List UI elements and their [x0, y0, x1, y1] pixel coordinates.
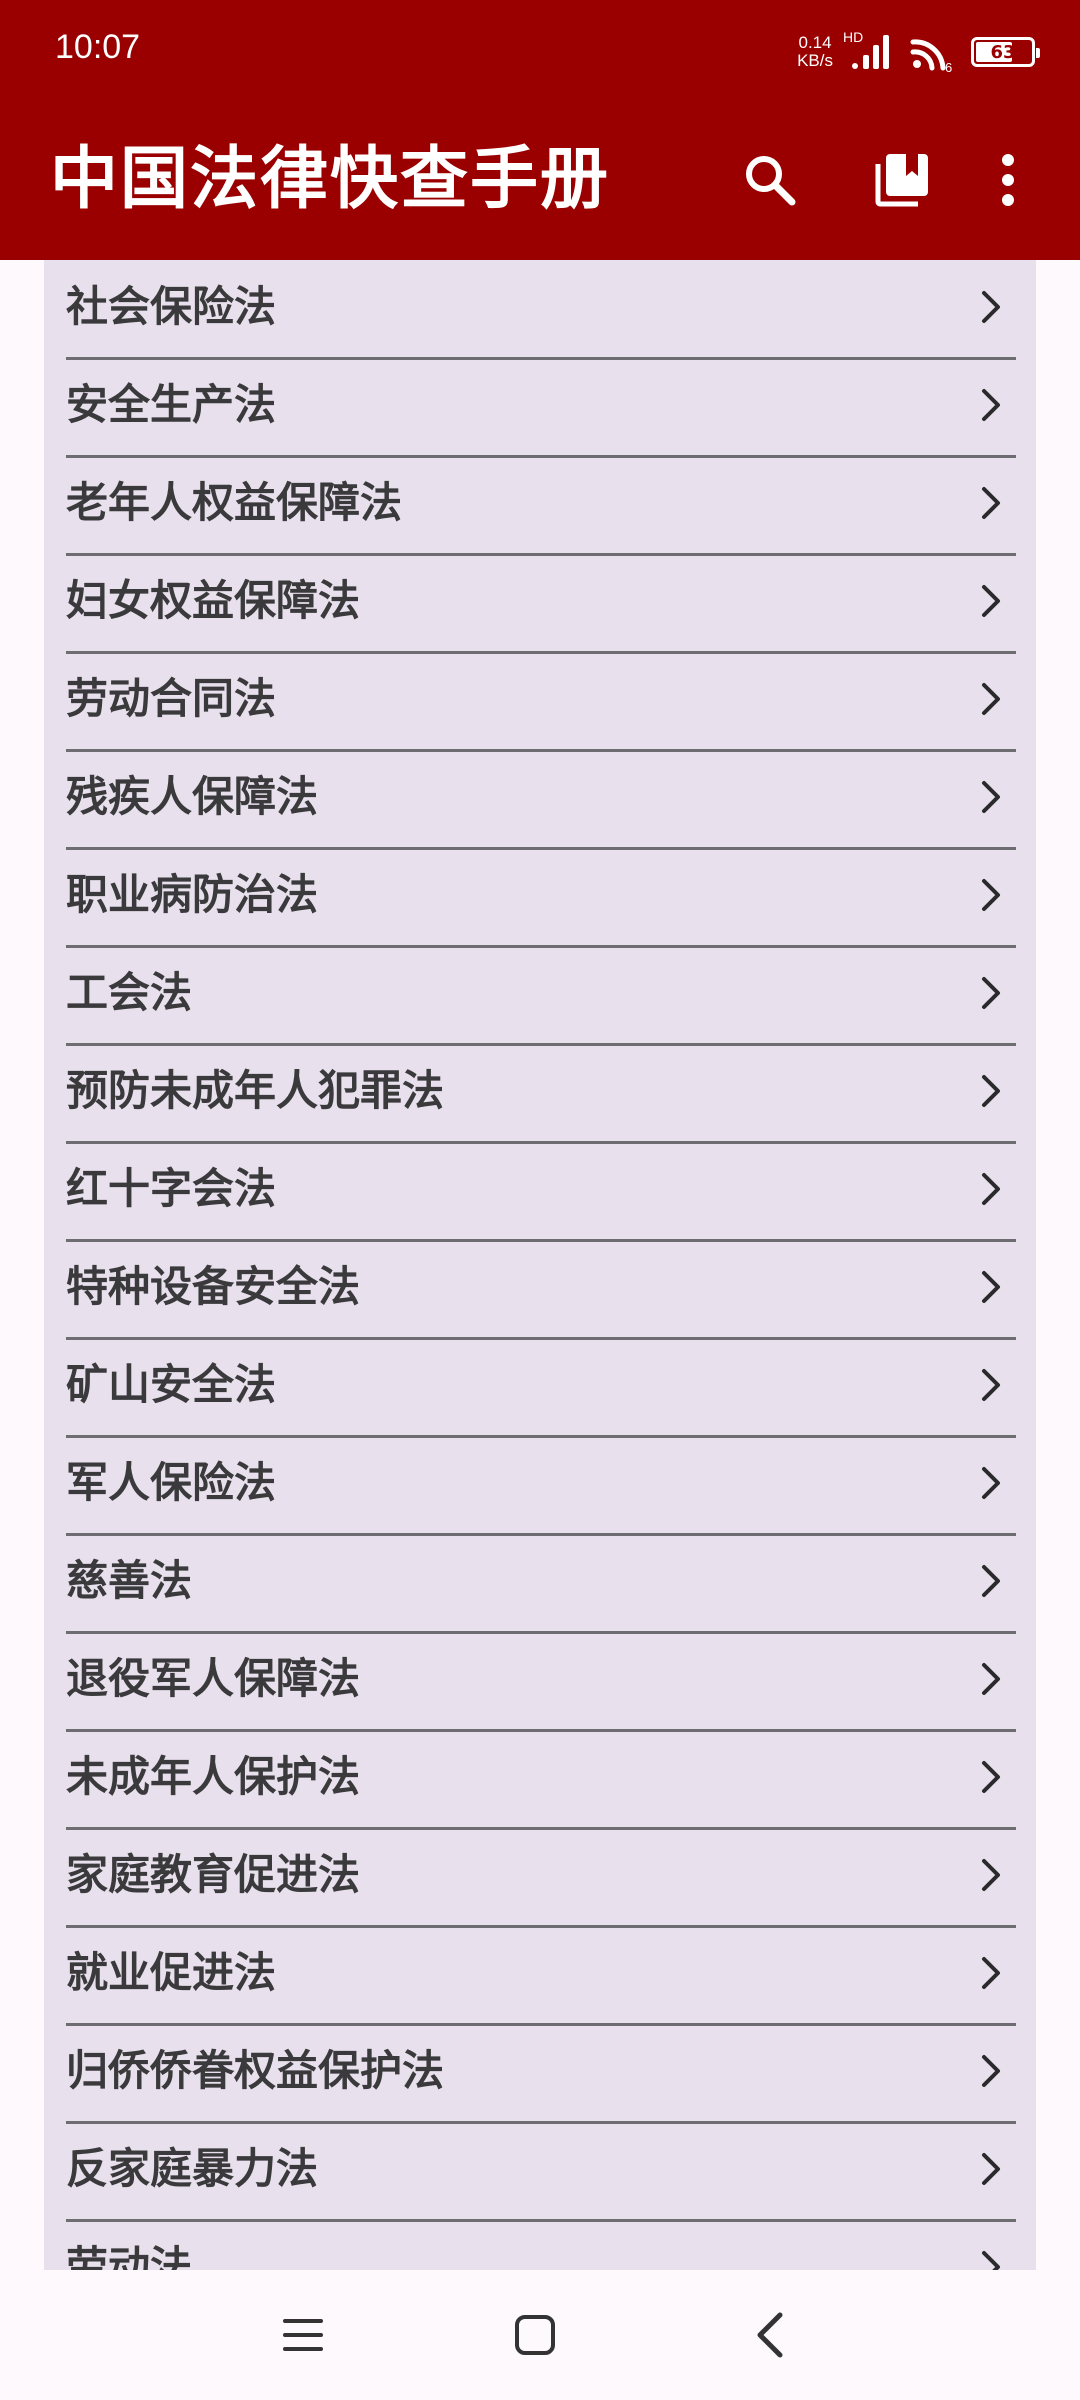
navigation-bar	[0, 2270, 1080, 2400]
law-list-item[interactable]: 矿山安全法	[66, 1338, 1016, 1438]
law-item-label: 就业促进法	[66, 1948, 277, 1997]
home-nav-button[interactable]	[500, 2300, 570, 2370]
law-list-item[interactable]: 家庭教育促进法	[66, 1828, 1016, 1928]
app-title: 中国法律快查手册	[50, 140, 611, 219]
library-icon	[875, 154, 928, 207]
law-item-label: 预防未成年人犯罪法	[66, 1066, 445, 1115]
chevron-right-icon	[982, 1271, 1000, 1303]
law-item-label: 劳动合同法	[66, 674, 277, 723]
chevron-right-icon	[982, 1957, 1000, 1989]
chevron-right-icon	[982, 2153, 1000, 2185]
menu-nav-button[interactable]	[268, 2300, 338, 2370]
more-options-button[interactable]	[978, 140, 1038, 220]
law-item-label: 安全生产法	[66, 380, 277, 429]
law-item-label: 矿山安全法	[66, 1360, 277, 1409]
chevron-right-icon	[982, 585, 1000, 617]
chevron-right-icon	[982, 291, 1000, 323]
search-icon	[746, 156, 796, 206]
chevron-right-icon	[982, 1565, 1000, 1597]
home-icon	[515, 2315, 555, 2355]
law-item-label: 退役军人保障法	[66, 1654, 361, 1703]
law-list-item[interactable]: 反家庭暴力法	[66, 2122, 1016, 2222]
chevron-right-icon	[982, 1173, 1000, 1205]
law-list: 社会保险法安全生产法老年人权益保障法 妇女权益保障法 劳动合同法残疾人保障法 职业病防…	[44, 260, 1036, 2270]
law-list-item[interactable]: 社会保险法	[66, 260, 1016, 360]
svg-text:6: 6	[945, 60, 952, 72]
law-list-item[interactable]: 劳动合同法	[66, 652, 1016, 752]
law-list-item[interactable]: 就业促进法	[66, 1926, 1016, 2026]
chevron-right-icon	[982, 389, 1000, 421]
status-time: 10:07	[55, 28, 141, 66]
law-list-item[interactable]: 残疾人保障法	[66, 750, 1016, 850]
law-item-label: 工会法	[66, 968, 193, 1017]
law-list-item[interactable]: 未成年人保护法	[66, 1730, 1016, 1830]
chevron-right-icon	[982, 1467, 1000, 1499]
network-speed: 0.14 KB/s	[797, 34, 833, 70]
chevron-right-icon	[982, 1761, 1000, 1793]
chevron-right-icon	[982, 487, 1000, 519]
law-item-label: 家庭教育促进法	[66, 1850, 361, 1899]
law-list-item[interactable]: 妇女权益保障法	[66, 554, 1016, 654]
law-list-item[interactable]: 退役军人保障法	[66, 1632, 1016, 1732]
law-list-item[interactable]: 劳动法	[66, 2220, 1016, 2270]
law-list-item[interactable]: 老年人权益保障法	[66, 456, 1016, 556]
law-item-label: 劳动法	[66, 2242, 193, 2270]
battery-icon: 63	[971, 37, 1040, 67]
wifi-icon: 6	[910, 39, 952, 72]
law-item-label: 特种设备安全法	[66, 1262, 361, 1311]
law-item-label: 反家庭暴力法	[66, 2144, 319, 2193]
search-button[interactable]	[730, 140, 810, 220]
law-list-item[interactable]: 军人保险法	[66, 1436, 1016, 1536]
law-item-label: 军人保险法	[66, 1458, 277, 1507]
law-item-label: 红十字会法	[66, 1164, 277, 1213]
status-indicators: 0.14 KB/s HD 6 63	[797, 28, 1040, 76]
chevron-right-icon	[982, 1369, 1000, 1401]
law-item-label: 残疾人保障法	[66, 772, 319, 821]
chevron-right-icon	[982, 977, 1000, 1009]
network-type-label: HD	[843, 29, 864, 45]
law-list-item[interactable]: 安全生产法	[66, 358, 1016, 458]
chevron-right-icon	[982, 879, 1000, 911]
law-list-item[interactable]: 归侨侨眷权益保护法	[66, 2024, 1016, 2124]
law-list-item[interactable]: 慈善法	[66, 1534, 1016, 1634]
law-item-label: 归侨侨眷权益保护法	[66, 2046, 445, 2095]
collection-button[interactable]	[862, 140, 942, 220]
law-item-label: 未成年人保护法	[66, 1752, 361, 1801]
menu-icon	[283, 2319, 323, 2351]
law-item-label: 老年人权益保障法	[66, 478, 403, 527]
back-icon	[757, 2312, 783, 2358]
more-vert-icon	[1002, 154, 1014, 206]
law-list-item[interactable]: 职业病防治法	[66, 848, 1016, 948]
law-item-label: 慈善法	[66, 1556, 193, 1605]
chevron-right-icon	[982, 1859, 1000, 1891]
law-list-item[interactable]: 预防未成年人犯罪法	[66, 1044, 1016, 1144]
battery-level: 63	[990, 41, 1016, 63]
chevron-right-icon	[982, 2055, 1000, 2087]
status-bar: 10:07 0.14 KB/s HD 6 63	[0, 0, 1080, 100]
law-item-label: 社会保险法	[66, 282, 277, 331]
network-speed-unit: KB/s	[797, 51, 833, 70]
back-nav-button[interactable]	[735, 2300, 805, 2370]
law-item-label: 职业病防治法	[66, 870, 319, 919]
law-list-item[interactable]: 特种设备安全法	[66, 1240, 1016, 1340]
network-speed-value: 0.14	[798, 33, 832, 52]
chevron-right-icon	[982, 1663, 1000, 1695]
law-list-item[interactable]: 红十字会法	[66, 1142, 1016, 1242]
law-list-item[interactable]: 工会法	[66, 946, 1016, 1046]
cell-signal-icon: HD	[843, 29, 893, 71]
chevron-right-icon	[982, 781, 1000, 813]
chevron-right-icon	[982, 683, 1000, 715]
chevron-right-icon	[982, 1075, 1000, 1107]
law-item-label: 妇女权益保障法	[66, 576, 361, 625]
chevron-right-icon	[982, 2251, 1000, 2270]
app-bar: 中国法律快查手册	[0, 100, 1080, 260]
